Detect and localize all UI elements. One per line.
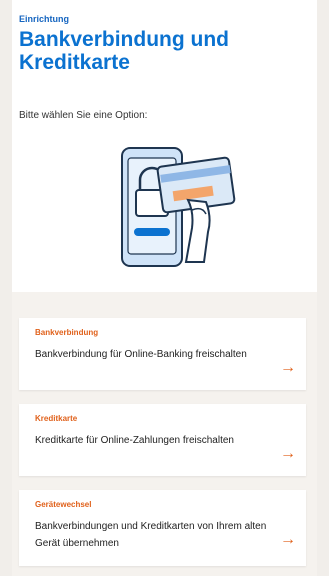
option-prompt: Bitte wählen Sie eine Option: <box>19 110 148 121</box>
option-label: Kreditkarte für Online-Zahlungen freisch… <box>35 435 234 446</box>
option-label: Bankverbindungen und Kreditkarten von Ih… <box>35 521 267 549</box>
arrow-right-icon[interactable]: → <box>280 532 296 548</box>
left-margin <box>0 0 12 576</box>
option-kicker: Gerätewechsel <box>35 500 92 509</box>
option-label: Bankverbindung für Online-Banking freisc… <box>35 349 247 360</box>
option-kicker: Kreditkarte <box>35 414 78 423</box>
right-margin <box>317 0 329 576</box>
option-card-kreditkarte[interactable]: Kreditkarte Kreditkarte für Online-Zahlu… <box>19 404 306 476</box>
phone-lock-card-illustration <box>121 147 236 267</box>
arrow-right-icon[interactable]: → <box>280 360 296 376</box>
option-kicker: Bankverbindung <box>35 328 99 337</box>
arrow-right-icon[interactable]: → <box>280 446 296 462</box>
page-kicker: Einrichtung <box>19 14 69 24</box>
page-title: Bankverbindung und Kreditkarte <box>19 28 229 74</box>
option-card-bankverbindung[interactable]: Bankverbindung Bankverbindung für Online… <box>19 318 306 390</box>
option-card-geraetewechsel[interactable]: Gerätewechsel Bankverbindungen und Kredi… <box>19 490 306 566</box>
